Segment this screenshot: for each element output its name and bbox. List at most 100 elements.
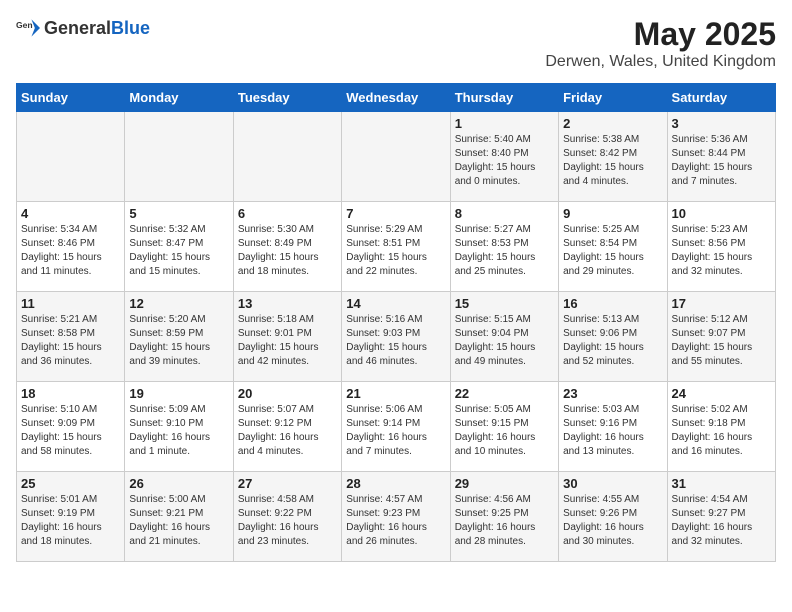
cell-info: Sunrise: 5:02 AM Sunset: 9:18 PM Dayligh…: [672, 403, 771, 459]
day-number: 19: [129, 386, 228, 401]
svg-text:Gen: Gen: [16, 20, 33, 30]
calendar-cell: 31 Sunrise: 4:54 AM Sunset: 9:27 PM Dayli…: [667, 472, 775, 562]
calendar-cell: [125, 112, 233, 202]
day-number: 2: [563, 116, 662, 131]
cell-info: Sunrise: 5:36 AM Sunset: 8:44 PM Dayligh…: [672, 133, 771, 189]
cell-info: Sunrise: 5:15 AM Sunset: 9:04 PM Dayligh…: [455, 313, 554, 369]
column-header-sunday: Sunday: [17, 84, 125, 112]
day-number: 15: [455, 296, 554, 311]
calendar-cell: 18Sunrise: 5:10 AM Sunset: 9:09 PM Dayli…: [17, 382, 125, 472]
calendar-header-row: SundayMondayTuesdayWednesdayThursdayFrid…: [17, 84, 776, 112]
page-title: May 2025: [545, 16, 776, 53]
cell-info: Sunrise: 5:21 AM Sunset: 8:58 PM Dayligh…: [21, 313, 120, 369]
calendar-cell: 30 Sunrise: 4:55 AM Sunset: 9:26 PM Dayli…: [559, 472, 667, 562]
calendar-cell: 6 Sunrise: 5:30 AM Sunset: 8:49 PM Daylig…: [233, 202, 341, 292]
calendar-cell: 5Sunrise: 5:32 AM Sunset: 8:47 PM Daylig…: [125, 202, 233, 292]
cell-info: Sunrise: 4:55 AM Sunset: 9:26 PM Dayligh…: [563, 493, 662, 549]
day-number: 18: [21, 386, 120, 401]
day-number: 28: [346, 476, 445, 491]
day-number: 1: [455, 116, 554, 131]
calendar-cell: 16 Sunrise: 5:13 AM Sunset: 9:06 PM Dayli…: [559, 292, 667, 382]
day-number: 7: [346, 206, 445, 221]
logo-general: General: [44, 18, 111, 38]
cell-info: Sunrise: 5:09 AM Sunset: 9:10 PM Dayligh…: [129, 403, 228, 459]
calendar-week-row: 11 Sunrise: 5:21 AM Sunset: 8:58 PM Dayli…: [17, 292, 776, 382]
logo: Gen GeneralBlue: [16, 16, 150, 40]
column-header-thursday: Thursday: [450, 84, 558, 112]
calendar-cell: 17 Sunrise: 5:12 AM Sunset: 9:07 PM Dayli…: [667, 292, 775, 382]
calendar-cell: 19 Sunrise: 5:09 AM Sunset: 9:10 PM Dayli…: [125, 382, 233, 472]
column-header-tuesday: Tuesday: [233, 84, 341, 112]
calendar-week-row: 1 Sunrise: 5:40 AM Sunset: 8:40 PM Daylig…: [17, 112, 776, 202]
calendar-cell: 7 Sunrise: 5:29 AM Sunset: 8:51 PM Daylig…: [342, 202, 450, 292]
calendar-cell: 20Sunrise: 5:07 AM Sunset: 9:12 PM Dayli…: [233, 382, 341, 472]
cell-info: Sunrise: 5:05 AM Sunset: 9:15 PM Dayligh…: [455, 403, 554, 459]
calendar-cell: 3 Sunrise: 5:36 AM Sunset: 8:44 PM Daylig…: [667, 112, 775, 202]
cell-info: Sunrise: 5:27 AM Sunset: 8:53 PM Dayligh…: [455, 223, 554, 279]
day-number: 17: [672, 296, 771, 311]
day-number: 30: [563, 476, 662, 491]
calendar-week-row: 25Sunrise: 5:01 AM Sunset: 9:19 PM Dayli…: [17, 472, 776, 562]
column-header-saturday: Saturday: [667, 84, 775, 112]
cell-info: Sunrise: 4:58 AM Sunset: 9:22 PM Dayligh…: [238, 493, 337, 549]
calendar-cell: 9Sunrise: 5:25 AM Sunset: 8:54 PM Daylig…: [559, 202, 667, 292]
calendar-body: 1 Sunrise: 5:40 AM Sunset: 8:40 PM Daylig…: [17, 112, 776, 562]
day-number: 9: [563, 206, 662, 221]
logo-icon: Gen: [16, 16, 40, 40]
calendar-cell: [342, 112, 450, 202]
day-number: 3: [672, 116, 771, 131]
calendar-cell: 25Sunrise: 5:01 AM Sunset: 9:19 PM Dayli…: [17, 472, 125, 562]
cell-info: Sunrise: 5:00 AM Sunset: 9:21 PM Dayligh…: [129, 493, 228, 549]
day-number: 14: [346, 296, 445, 311]
title-area: May 2025 Derwen, Wales, United Kingdom: [545, 16, 776, 71]
day-number: 11: [21, 296, 120, 311]
cell-info: Sunrise: 4:56 AM Sunset: 9:25 PM Dayligh…: [455, 493, 554, 549]
day-number: 12: [129, 296, 228, 311]
calendar-cell: 28 Sunrise: 4:57 AM Sunset: 9:23 PM Dayli…: [342, 472, 450, 562]
calendar-cell: 14 Sunrise: 5:16 AM Sunset: 9:03 PM Dayli…: [342, 292, 450, 382]
page-header: Gen GeneralBlue May 2025 Derwen, Wales, …: [16, 16, 776, 71]
day-number: 6: [238, 206, 337, 221]
cell-info: Sunrise: 5:40 AM Sunset: 8:40 PM Dayligh…: [455, 133, 554, 189]
day-number: 21: [346, 386, 445, 401]
calendar-cell: 29 Sunrise: 4:56 AM Sunset: 9:25 PM Dayli…: [450, 472, 558, 562]
cell-info: Sunrise: 5:23 AM Sunset: 8:56 PM Dayligh…: [672, 223, 771, 279]
day-number: 5: [129, 206, 228, 221]
cell-info: Sunrise: 5:03 AM Sunset: 9:16 PM Dayligh…: [563, 403, 662, 459]
calendar-cell: 8 Sunrise: 5:27 AM Sunset: 8:53 PM Daylig…: [450, 202, 558, 292]
day-number: 16: [563, 296, 662, 311]
calendar-cell: 2 Sunrise: 5:38 AM Sunset: 8:42 PM Daylig…: [559, 112, 667, 202]
calendar-week-row: 18Sunrise: 5:10 AM Sunset: 9:09 PM Dayli…: [17, 382, 776, 472]
cell-info: Sunrise: 4:54 AM Sunset: 9:27 PM Dayligh…: [672, 493, 771, 549]
calendar-cell: 13Sunrise: 5:18 AM Sunset: 9:01 PM Dayli…: [233, 292, 341, 382]
cell-info: Sunrise: 5:16 AM Sunset: 9:03 PM Dayligh…: [346, 313, 445, 369]
column-header-friday: Friday: [559, 84, 667, 112]
cell-info: Sunrise: 5:13 AM Sunset: 9:06 PM Dayligh…: [563, 313, 662, 369]
day-number: 20: [238, 386, 337, 401]
logo-blue: Blue: [111, 18, 150, 38]
day-number: 31: [672, 476, 771, 491]
day-number: 29: [455, 476, 554, 491]
cell-info: Sunrise: 5:29 AM Sunset: 8:51 PM Dayligh…: [346, 223, 445, 279]
day-number: 4: [21, 206, 120, 221]
day-number: 23: [563, 386, 662, 401]
calendar-cell: 21Sunrise: 5:06 AM Sunset: 9:14 PM Dayli…: [342, 382, 450, 472]
calendar-cell: 24Sunrise: 5:02 AM Sunset: 9:18 PM Dayli…: [667, 382, 775, 472]
calendar-cell: 22Sunrise: 5:05 AM Sunset: 9:15 PM Dayli…: [450, 382, 558, 472]
calendar-cell: 1 Sunrise: 5:40 AM Sunset: 8:40 PM Daylig…: [450, 112, 558, 202]
column-header-monday: Monday: [125, 84, 233, 112]
calendar-table: SundayMondayTuesdayWednesdayThursdayFrid…: [16, 83, 776, 562]
day-number: 8: [455, 206, 554, 221]
cell-info: Sunrise: 5:30 AM Sunset: 8:49 PM Dayligh…: [238, 223, 337, 279]
cell-info: Sunrise: 5:12 AM Sunset: 9:07 PM Dayligh…: [672, 313, 771, 369]
cell-info: Sunrise: 5:18 AM Sunset: 9:01 PM Dayligh…: [238, 313, 337, 369]
cell-info: Sunrise: 5:20 AM Sunset: 8:59 PM Dayligh…: [129, 313, 228, 369]
day-number: 27: [238, 476, 337, 491]
cell-info: Sunrise: 5:38 AM Sunset: 8:42 PM Dayligh…: [563, 133, 662, 189]
cell-info: Sunrise: 5:01 AM Sunset: 9:19 PM Dayligh…: [21, 493, 120, 549]
calendar-cell: 12 Sunrise: 5:20 AM Sunset: 8:59 PM Dayli…: [125, 292, 233, 382]
calendar-cell: 4Sunrise: 5:34 AM Sunset: 8:46 PM Daylig…: [17, 202, 125, 292]
calendar-cell: 27 Sunrise: 4:58 AM Sunset: 9:22 PM Dayli…: [233, 472, 341, 562]
calendar-cell: [233, 112, 341, 202]
cell-info: Sunrise: 4:57 AM Sunset: 9:23 PM Dayligh…: [346, 493, 445, 549]
